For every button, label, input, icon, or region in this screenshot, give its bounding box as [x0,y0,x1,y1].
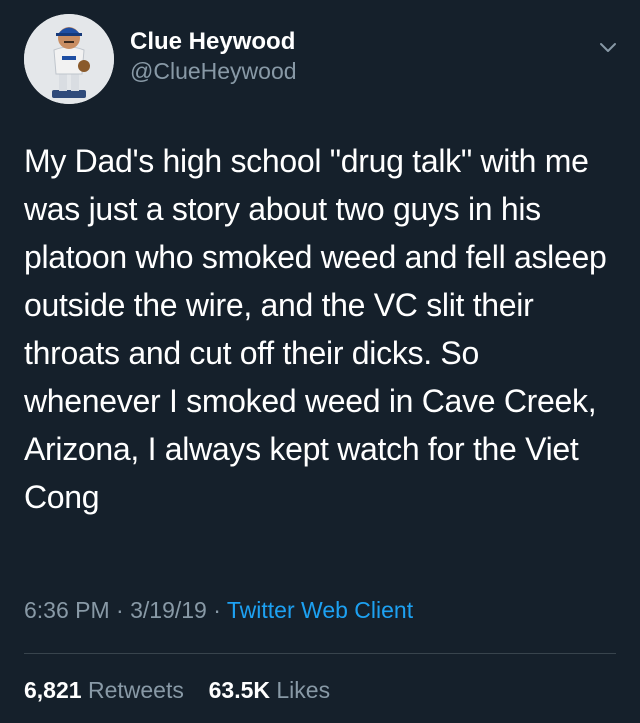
bobblehead-avatar-image [24,14,114,104]
user-handle[interactable]: @ClueHeywood [130,57,297,85]
avatar[interactable] [24,14,114,104]
user-names: Clue Heywood @ClueHeywood [130,27,297,85]
tweet-text: My Dad's high school "drug talk" with me… [24,143,607,515]
meta-separator: · [116,597,124,623]
retweets-count: 6,821 [24,677,82,703]
tweet-header: Clue Heywood @ClueHeywood [24,14,620,104]
tweet-stats: 6,821 Retweets 63.5K Likes [24,674,330,706]
tweet-card: Clue Heywood @ClueHeywood My Dad's high … [0,0,640,723]
divider [24,653,616,654]
likes-stat[interactable]: 63.5K Likes [209,677,330,703]
retweets-label: Retweets [87,677,184,703]
tweet-date[interactable]: 3/19/19 [130,597,207,623]
chevron-down-icon[interactable] [596,36,620,60]
display-name[interactable]: Clue Heywood [130,27,297,57]
meta-separator: · [213,597,221,623]
tweet-time[interactable]: 6:36 PM [24,597,110,623]
likes-label: Likes [276,677,331,703]
retweets-stat[interactable]: 6,821 Retweets [24,677,190,703]
tweet-metadata: 6:36 PM · 3/19/19 · Twitter Web Client [24,594,413,626]
likes-count: 63.5K [208,677,270,703]
tweet-client-link[interactable]: Twitter Web Client [227,597,413,623]
